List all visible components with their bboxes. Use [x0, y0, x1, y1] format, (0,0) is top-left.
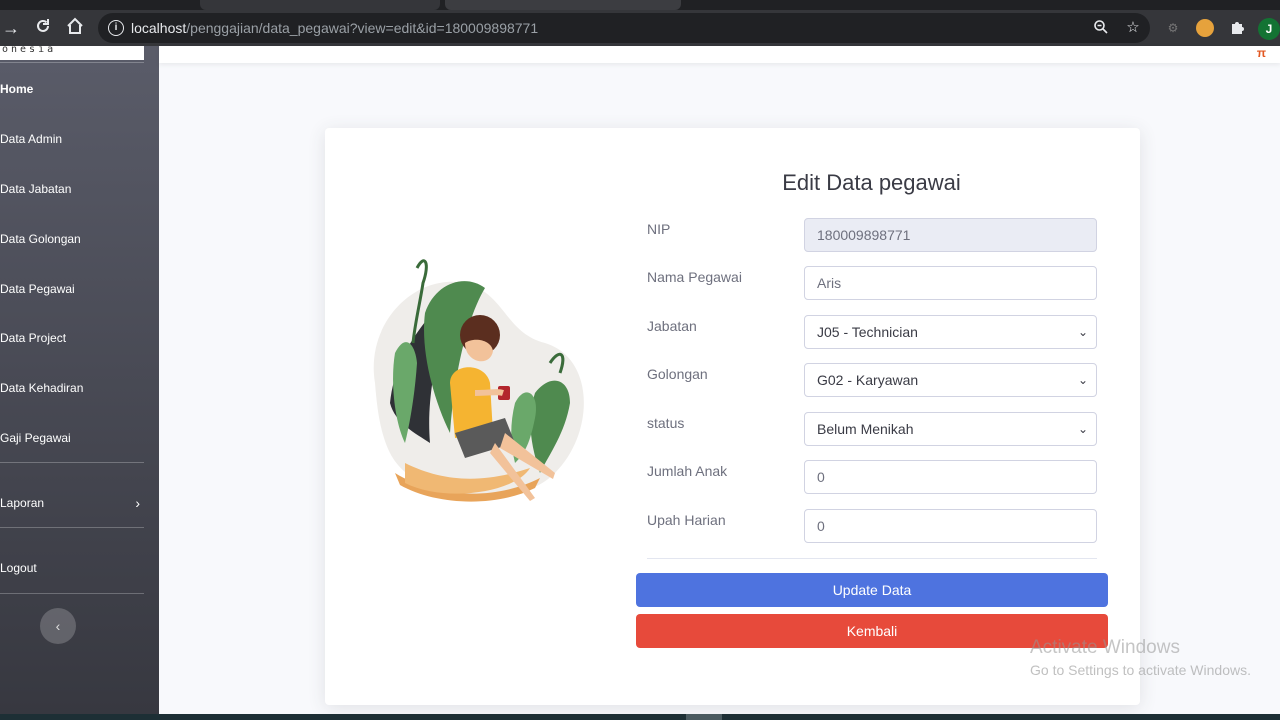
- sidebar-item-data-golongan[interactable]: Data Golongan: [0, 224, 144, 254]
- extension-gear-icon[interactable]: ⚙: [1164, 19, 1182, 37]
- sidebar-item-gaji-pegawai[interactable]: Gaji Pegawai: [0, 423, 144, 453]
- zoom-icon[interactable]: [1092, 19, 1110, 37]
- address-bar[interactable]: i localhost/penggajian/data_pegawai?view…: [98, 13, 1150, 43]
- chevron-down-icon: ⌄: [1077, 422, 1088, 436]
- sidebar-divider: [0, 462, 144, 463]
- sidebar-item-data-project[interactable]: Data Project: [0, 323, 144, 353]
- scrollbar-thumb[interactable]: [686, 714, 722, 720]
- sidebar-item-logout[interactable]: Logout: [0, 553, 144, 583]
- jumlah-anak-label: Jumlah Anak: [647, 463, 728, 479]
- profile-avatar[interactable]: J: [1258, 18, 1280, 40]
- forward-icon[interactable]: →: [0, 17, 22, 39]
- browser-tab[interactable]: [200, 0, 440, 10]
- sidebar-item-data-admin[interactable]: Data Admin: [0, 124, 144, 154]
- nama-pegawai-label: Nama Pegawai: [647, 269, 742, 285]
- sidebar-brand[interactable]: onesia: [0, 44, 144, 60]
- sidebar-item-laporan[interactable]: Laporan ›: [0, 488, 144, 518]
- illustration-person-reading: [373, 259, 584, 502]
- sidebar-divider: [0, 593, 144, 594]
- status-label: status: [647, 415, 685, 431]
- page-title: Edit Data pegawai: [782, 170, 961, 195]
- edit-pegawai-card: Edit Data pegawai NIP 180009898771 Nama …: [325, 128, 1140, 705]
- update-data-button[interactable]: Update Data: [636, 573, 1108, 607]
- chevron-right-icon: ›: [135, 495, 140, 511]
- form-divider: [647, 558, 1097, 559]
- nip-label: NIP: [647, 221, 671, 237]
- sidebar-item-data-jabatan[interactable]: Data Jabatan: [0, 174, 144, 204]
- extensions-puzzle-icon[interactable]: [1228, 19, 1246, 37]
- reload-icon[interactable]: [32, 17, 54, 39]
- horizontal-scrollbar[interactable]: [0, 714, 1280, 720]
- chevron-down-icon: ⌄: [1077, 373, 1088, 387]
- site-info-icon[interactable]: i: [108, 20, 124, 36]
- golongan-select[interactable]: G02 - Karyawan ⌄: [804, 363, 1097, 397]
- sidebar-toggle-button[interactable]: ‹: [40, 608, 76, 644]
- golongan-label: Golongan: [647, 366, 708, 382]
- sidebar-divider: [0, 527, 144, 528]
- extension-cookie-icon[interactable]: [1196, 19, 1214, 37]
- nama-pegawai-field[interactable]: Aris: [804, 266, 1097, 300]
- topbar: π: [159, 46, 1280, 63]
- sidebar: onesia Home Data Admin Data Jabatan Data…: [0, 44, 159, 714]
- browser-tab-active[interactable]: [445, 0, 681, 10]
- upah-harian-field[interactable]: 0: [804, 509, 1097, 543]
- status-select[interactable]: Belum Menikah ⌄: [804, 412, 1097, 446]
- sidebar-item-data-pegawai[interactable]: Data Pegawai: [0, 274, 144, 304]
- nip-field[interactable]: 180009898771: [804, 218, 1097, 252]
- sidebar-item-home[interactable]: Home: [0, 74, 144, 104]
- activate-windows-title: Activate Windows: [1030, 637, 1180, 658]
- jumlah-anak-field[interactable]: 0: [804, 460, 1097, 494]
- sidebar-divider: [0, 62, 144, 63]
- browser-toolbar: → i localhost/penggajian/data_pegawai?vi…: [0, 10, 1280, 46]
- sidebar-item-data-kehadiran[interactable]: Data Kehadiran: [0, 373, 144, 403]
- activate-windows-subtitle: Go to Settings to activate Windows.: [1030, 662, 1251, 678]
- browser-tabstrip: [0, 0, 1280, 10]
- jabatan-select[interactable]: J05 - Technician ⌄: [804, 315, 1097, 349]
- chevron-left-icon: ‹: [55, 618, 61, 634]
- jabatan-label: Jabatan: [647, 318, 697, 334]
- upah-harian-label: Upah Harian: [647, 512, 726, 528]
- home-icon[interactable]: [64, 17, 86, 39]
- bookmark-star-icon[interactable]: ☆: [1124, 19, 1142, 37]
- chevron-down-icon: ⌄: [1077, 325, 1088, 339]
- user-menu-icon[interactable]: π: [1257, 46, 1266, 60]
- url-text[interactable]: localhost/penggajian/data_pegawai?view=e…: [131, 20, 538, 36]
